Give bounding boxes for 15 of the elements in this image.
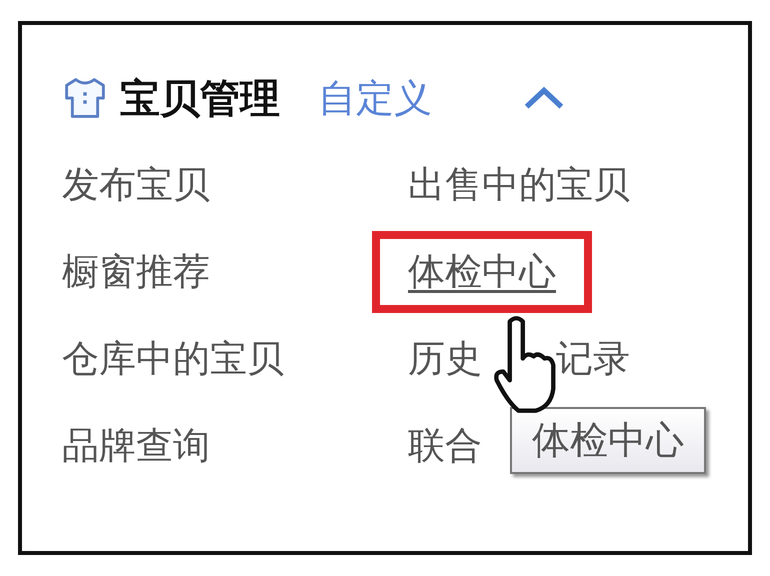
section-title: 宝贝管理 xyxy=(120,74,280,124)
menu-link[interactable]: 仓库中的宝贝 xyxy=(62,334,284,384)
menu-link[interactable]: 发布宝贝 xyxy=(62,160,210,210)
shirt-icon xyxy=(62,75,108,121)
customize-link[interactable]: 自定义 xyxy=(318,72,432,124)
hand-cursor-icon xyxy=(492,315,558,415)
menu-link[interactable]: 橱窗推荐 xyxy=(62,246,210,296)
tooltip: 体检中心 xyxy=(510,407,706,474)
menu-link[interactable]: 品牌查询 xyxy=(62,420,210,470)
menu-link[interactable]: 历史 xyxy=(408,334,482,384)
menu-link[interactable]: 联合 xyxy=(408,420,482,470)
menu-link[interactable]: 出售中的宝贝 xyxy=(408,160,630,210)
collapse-caret-icon[interactable] xyxy=(522,85,566,111)
menu-link[interactable]: 记录 xyxy=(556,334,630,384)
menu-link[interactable]: 体检中心 xyxy=(408,250,556,292)
